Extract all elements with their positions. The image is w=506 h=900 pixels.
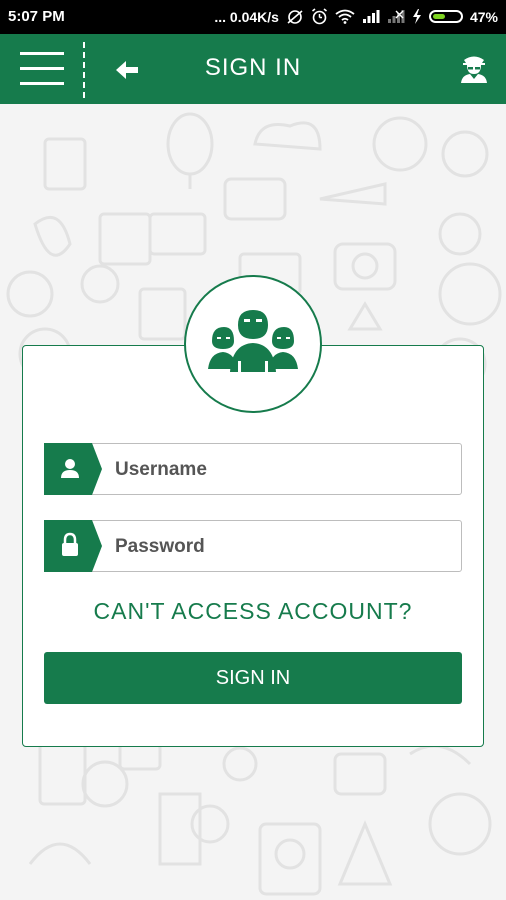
- charging-icon: [412, 9, 421, 24]
- page-title: SIGN IN: [204, 54, 302, 81]
- sign-in-button[interactable]: SIGN IN: [44, 652, 462, 704]
- status-time: 5:07 PM: [8, 8, 65, 25]
- battery-icon: [428, 10, 463, 23]
- battery-fill: [432, 14, 445, 19]
- network-speed: ... 0.04K/s: [214, 8, 279, 25]
- battery-percent: 47%: [469, 8, 498, 25]
- app-bar: SIGN IN: [0, 34, 506, 104]
- wifi-icon: [335, 9, 355, 24]
- alarm-icon: [311, 8, 327, 25]
- sync-off-icon: [287, 9, 303, 24]
- status-bar: 5:07 PM ... 0.04K/s 47%: [0, 0, 506, 34]
- user-tag: [44, 443, 102, 495]
- signal-no-sim-icon: [387, 10, 405, 23]
- username-input[interactable]: [113, 450, 447, 490]
- cant-access-link[interactable]: CAN'T ACCESS ACCOUNT?: [0, 598, 506, 625]
- status-icons: ... 0.04K/s 47%: [214, 8, 498, 25]
- password-input[interactable]: [113, 527, 447, 567]
- password-field[interactable]: [44, 520, 462, 572]
- lock-tag: [44, 520, 102, 572]
- agent-profile-icon[interactable]: [458, 52, 490, 84]
- group-users-icon: [208, 310, 298, 372]
- avatar-circle: [184, 275, 322, 413]
- username-field[interactable]: [44, 443, 462, 495]
- signal-icon: [362, 10, 380, 23]
